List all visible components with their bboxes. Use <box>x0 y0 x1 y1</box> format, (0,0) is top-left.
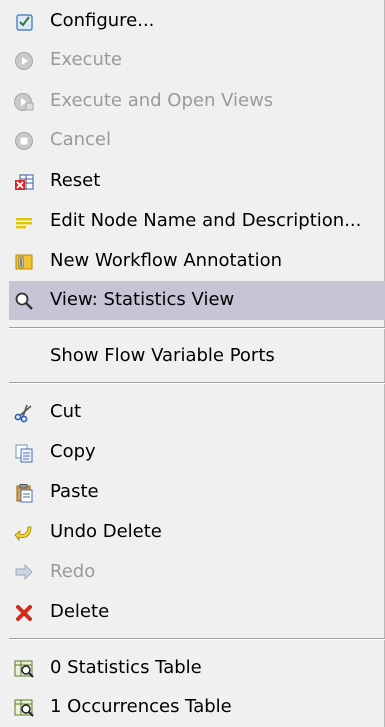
menu-item-label: Show Flow Variable Ports <box>50 345 275 366</box>
cancel-icon <box>15 132 33 150</box>
menu-item-new-workflow-annotation[interactable]: New Workflow Annotation <box>0 242 385 281</box>
menu-item-occurrences-table[interactable]: 1 Occurrences Table <box>0 688 385 727</box>
menu-item-label: Execute and Open Views <box>50 90 274 111</box>
annotation-icon <box>15 254 33 270</box>
menu-item-label: Cut <box>50 401 82 422</box>
menu-item-cut[interactable]: Cut <box>0 393 385 432</box>
menu-item-label: Edit Node Name and Description... <box>50 210 362 231</box>
menu-item-view-statistics[interactable]: View: Statistics View <box>9 281 385 320</box>
menu-separator <box>9 638 385 640</box>
menu-item-undo-delete[interactable]: Undo Delete <box>0 513 385 552</box>
table-magnifier-icon <box>14 699 34 717</box>
magnifier-icon <box>15 292 33 310</box>
menu-separator <box>9 382 385 384</box>
scissors-icon <box>14 404 32 423</box>
redo-icon <box>15 563 33 581</box>
menu-item-configure[interactable]: Configure... <box>0 2 385 41</box>
menu-item-execute[interactable]: Execute <box>0 41 385 80</box>
execute-icon <box>15 52 33 70</box>
menu-item-reset[interactable]: Reset <box>0 162 385 201</box>
paste-icon <box>16 484 33 503</box>
menu-item-label: Paste <box>50 481 99 502</box>
menu-item-label: New Workflow Annotation <box>50 250 283 271</box>
menu-item-label: View: Statistics View <box>50 289 235 310</box>
delete-icon <box>16 605 32 621</box>
menu-item-paste[interactable]: Paste <box>0 473 385 512</box>
configure-icon <box>16 14 33 31</box>
menu-item-label: 1 Occurrences Table <box>50 696 232 717</box>
menu-item-label: Execute <box>50 49 122 70</box>
menu-item-label: Reset <box>50 170 101 191</box>
menu-item-label: Cancel <box>50 129 111 150</box>
menu-item-copy[interactable]: Copy <box>0 433 385 472</box>
menu-item-statistics-table[interactable]: 0 Statistics Table <box>0 649 385 688</box>
table-magnifier-icon <box>14 660 34 678</box>
menu-item-label: Delete <box>50 601 110 622</box>
context-menu: Configure... Execute Execute and Open Vi… <box>0 0 385 727</box>
menu-separator <box>9 327 385 329</box>
menu-item-label: Configure... <box>50 10 155 31</box>
menu-item-edit-node-name[interactable]: Edit Node Name and Description... <box>0 202 385 241</box>
reset-icon <box>15 174 34 190</box>
copy-icon <box>15 444 33 463</box>
menu-item-delete[interactable]: Delete <box>0 593 385 632</box>
menu-item-redo[interactable]: Redo <box>0 553 385 592</box>
menu-item-label: Undo Delete <box>50 521 162 542</box>
edit-node-name-icon <box>16 218 32 229</box>
menu-item-label: 0 Statistics Table <box>50 657 202 678</box>
menu-item-execute-open-views[interactable]: Execute and Open Views <box>0 82 385 121</box>
undo-icon <box>14 526 32 542</box>
menu-item-label: Redo <box>50 561 96 582</box>
menu-item-label: Copy <box>50 441 96 462</box>
execute-open-views-icon <box>14 93 34 111</box>
menu-item-cancel[interactable]: Cancel <box>0 121 385 160</box>
menu-item-show-flow-variable-ports[interactable]: Show Flow Variable Ports <box>0 337 385 376</box>
